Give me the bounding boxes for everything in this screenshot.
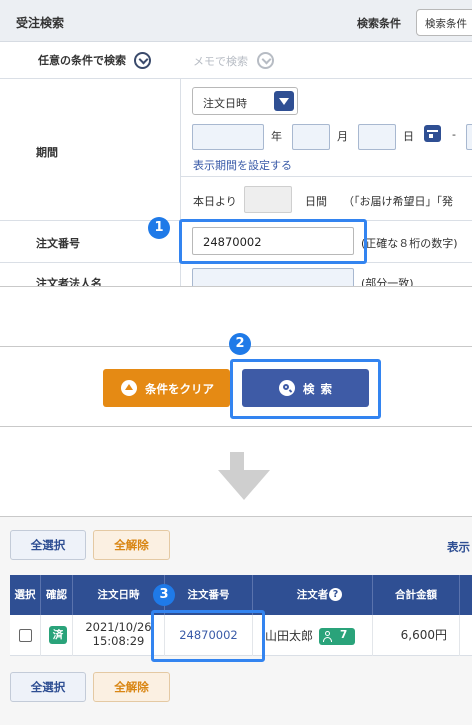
step2-badge: 2 xyxy=(229,333,251,355)
day-label: 日 xyxy=(403,130,414,143)
panel-title: 受注検索 xyxy=(16,16,65,30)
user-icon xyxy=(323,631,332,642)
select-all-button[interactable]: 全選択 xyxy=(10,530,86,560)
col-extra xyxy=(460,575,472,615)
col-order-date[interactable]: 注文日時 xyxy=(73,575,165,615)
customer-order-count: 7 xyxy=(340,629,348,641)
corporate-name-hint: (部分一致) xyxy=(361,277,414,287)
set-period-link[interactable]: 表示期間を設定する xyxy=(193,157,292,173)
tab-memo-search[interactable]: メモで検索 xyxy=(193,53,248,69)
panel-header: 受注検索 検索条件 検索条件 xyxy=(0,0,472,42)
step1-badge: 1 xyxy=(148,217,170,239)
arrow-down-icon xyxy=(218,470,270,500)
select-all-button-bottom[interactable]: 全選択 xyxy=(10,672,86,702)
cell-customer: 山田太郎 7 xyxy=(253,615,373,656)
col-order-number[interactable]: 注文番号 xyxy=(165,575,253,615)
divider xyxy=(0,78,472,79)
year-input[interactable] xyxy=(192,124,264,150)
step3-highlight xyxy=(151,610,265,662)
cell-confirm: 済 xyxy=(41,615,73,656)
order-number-label: 注文番号 xyxy=(36,237,80,250)
results-panel: 全選択 全解除 表示 選択 確認 注文日時 注文番号 注文者 ? 合計金額 済 … xyxy=(0,516,472,725)
month-label: 月 xyxy=(337,130,348,143)
col-confirm: 確認 xyxy=(41,575,73,615)
results-table-header: 選択 確認 注文日時 注文番号 注文者 ? 合計金額 xyxy=(10,575,472,615)
days-label: 日間 xyxy=(305,195,327,208)
col-total[interactable]: 合計金額 xyxy=(373,575,460,615)
customer-name[interactable]: 山田太郎 xyxy=(265,627,313,644)
select-value: 注文日時 xyxy=(203,97,247,110)
step3-badge: 3 xyxy=(153,584,175,606)
customer-order-count-badge: 7 xyxy=(319,628,355,645)
col-select: 選択 xyxy=(10,575,41,615)
divider xyxy=(180,176,472,177)
year-label: 年 xyxy=(271,130,282,143)
confirmed-badge: 済 xyxy=(49,626,67,644)
col-customer[interactable]: 注文者 ? xyxy=(253,575,373,615)
days-input[interactable] xyxy=(244,186,292,213)
cell-extra xyxy=(460,615,472,656)
deselect-all-button-bottom[interactable]: 全解除 xyxy=(93,672,170,702)
chevron-down-icon[interactable] xyxy=(274,91,294,111)
search-conditions-label: 検索条件 xyxy=(357,17,401,30)
from-today-label: 本日より xyxy=(193,195,237,208)
corporate-name-label: 注文者法人名 xyxy=(36,277,102,287)
eraser-icon xyxy=(121,380,137,396)
clear-conditions-label: 条件をクリア xyxy=(145,382,214,396)
order-number-hint: (正確な８桁の数字) xyxy=(361,237,458,250)
clear-conditions-button[interactable]: 条件をクリア xyxy=(103,369,230,407)
help-icon[interactable]: ? xyxy=(329,588,342,601)
month-input[interactable] xyxy=(292,124,330,150)
range-dash: - xyxy=(452,128,456,141)
step1-highlight xyxy=(179,219,367,264)
cell-select xyxy=(10,615,41,656)
calendar-icon[interactable] xyxy=(424,125,441,142)
chevron-down-icon[interactable] xyxy=(134,52,151,69)
corporate-name-input[interactable] xyxy=(192,268,354,286)
day-input[interactable] xyxy=(358,124,396,150)
tab-any-condition[interactable]: 任意の条件で検索 xyxy=(38,52,126,68)
search-conditions-button[interactable]: 検索条件 xyxy=(416,9,472,36)
order-search-panel: 受注検索 検索条件 検索条件 任意の条件で検索 メモで検索 期間 注文日時 年 … xyxy=(0,0,472,287)
chevron-down-icon[interactable] xyxy=(257,52,274,69)
col-customer-label: 注文者 xyxy=(296,589,329,601)
step2-highlight xyxy=(230,359,381,419)
deselect-all-button[interactable]: 全解除 xyxy=(93,530,170,560)
display-settings-link[interactable]: 表示 xyxy=(447,539,470,555)
cell-total: 6,600円 xyxy=(373,615,460,656)
arrow-down-icon xyxy=(230,452,244,470)
row-checkbox[interactable] xyxy=(19,629,32,642)
search-buttons-panel: 条件をクリア 検索 xyxy=(0,346,472,427)
end-year-input[interactable] xyxy=(466,124,472,150)
period-type-select[interactable]: 注文日時 xyxy=(192,87,298,115)
delivery-note: （「お届け希望日」「発 xyxy=(343,195,453,208)
period-label: 期間 xyxy=(36,146,58,159)
